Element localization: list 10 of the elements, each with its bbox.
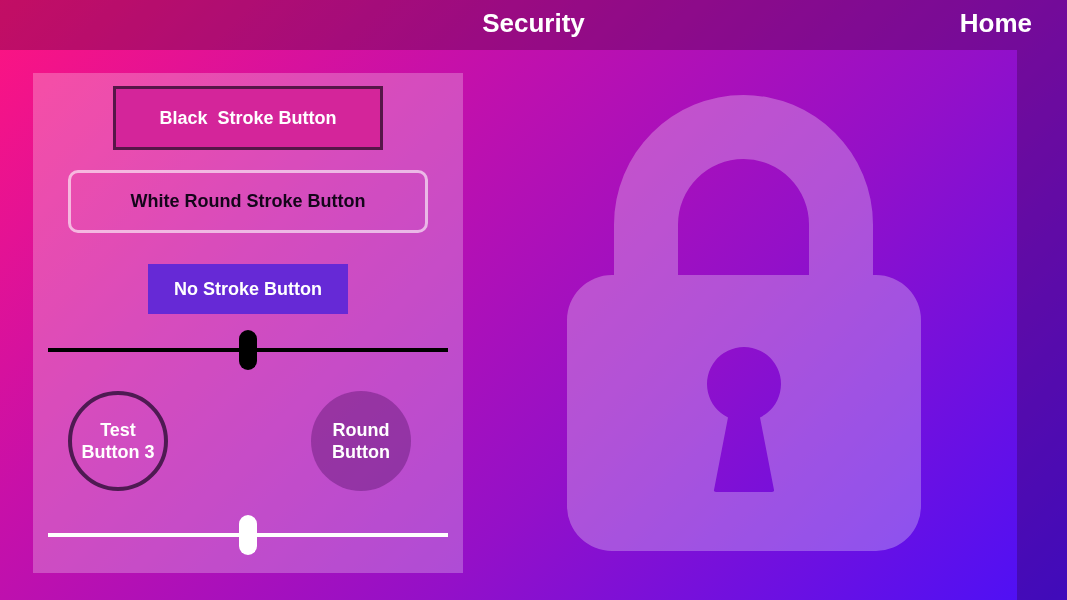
slider-thumb[interactable] (239, 515, 257, 555)
filled-button[interactable]: No Stroke Button (148, 264, 348, 314)
page-title: Security (482, 7, 585, 39)
slider-thumb[interactable] (239, 330, 257, 370)
padlock-icon (567, 95, 921, 551)
outlined-button[interactable]: Black Stroke Button (113, 86, 383, 150)
circle-filled-button[interactable]: Round Button (311, 391, 411, 491)
home-link[interactable]: Home (959, 7, 1032, 39)
rounded-outlined-button[interactable]: White Round Stroke Button (68, 170, 428, 233)
circle-outlined-button[interactable]: Test Button 3 (68, 391, 168, 491)
